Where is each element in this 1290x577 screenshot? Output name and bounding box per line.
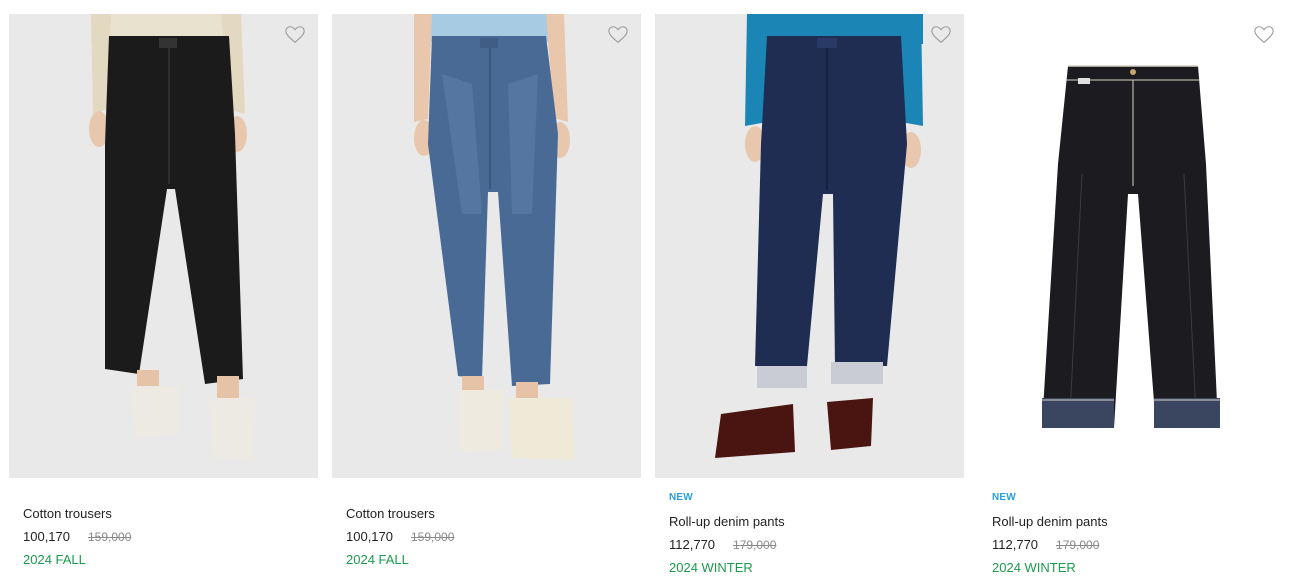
season-label: 2024 WINTER bbox=[669, 560, 753, 575]
product-image[interactable] bbox=[655, 14, 964, 478]
product-card[interactable]: NEW Roll-up denim pants 112,770 179,000 2… bbox=[655, 14, 964, 575]
new-badge: NEW bbox=[669, 492, 693, 503]
product-image[interactable] bbox=[978, 14, 1287, 478]
original-price: 179,000 bbox=[733, 538, 777, 552]
product-image[interactable] bbox=[9, 14, 318, 478]
sale-price: 112,770 bbox=[669, 537, 716, 552]
heart-outline-icon[interactable] bbox=[607, 24, 629, 46]
price-row: 100,170 159,000 bbox=[346, 529, 454, 544]
season-label: 2024 WINTER bbox=[992, 560, 1076, 575]
original-price: 159,000 bbox=[88, 530, 132, 544]
product-grid: Cotton trousers 100,170 159,000 2024 FALL bbox=[0, 0, 1290, 577]
product-photo-black-trousers bbox=[89, 14, 255, 460]
product-name[interactable]: Roll-up denim pants bbox=[669, 514, 785, 529]
product-name[interactable]: Cotton trousers bbox=[346, 506, 435, 521]
season-label: 2024 FALL bbox=[23, 552, 86, 567]
heart-outline-icon[interactable] bbox=[1253, 24, 1275, 46]
original-price: 179,000 bbox=[1056, 538, 1100, 552]
heart-outline-icon[interactable] bbox=[284, 24, 306, 46]
price-row: 112,770 179,000 bbox=[669, 537, 776, 552]
price-row: 100,170 159,000 bbox=[23, 529, 131, 544]
product-photo-rollup-denim-flat bbox=[1042, 65, 1220, 428]
product-photo-rollup-denim bbox=[715, 14, 923, 458]
product-image[interactable] bbox=[332, 14, 641, 478]
heart-outline-icon[interactable] bbox=[930, 24, 952, 46]
sale-price: 112,770 bbox=[992, 537, 1039, 552]
product-card[interactable]: Cotton trousers 100,170 159,000 2024 FALL bbox=[332, 14, 641, 574]
sale-price: 100,170 bbox=[23, 529, 70, 544]
price-row: 112,770 179,000 bbox=[992, 537, 1099, 552]
sale-price: 100,170 bbox=[346, 529, 393, 544]
new-badge: NEW bbox=[992, 492, 1016, 503]
product-card[interactable]: NEW Roll-up denim pants 112,770 179,000 2… bbox=[978, 14, 1287, 575]
product-name[interactable]: Roll-up denim pants bbox=[992, 514, 1108, 529]
product-photo-blue-jeans bbox=[414, 14, 574, 460]
product-card[interactable]: Cotton trousers 100,170 159,000 2024 FALL bbox=[9, 14, 318, 574]
original-price: 159,000 bbox=[411, 530, 455, 544]
season-label: 2024 FALL bbox=[346, 552, 409, 567]
product-name[interactable]: Cotton trousers bbox=[23, 506, 112, 521]
